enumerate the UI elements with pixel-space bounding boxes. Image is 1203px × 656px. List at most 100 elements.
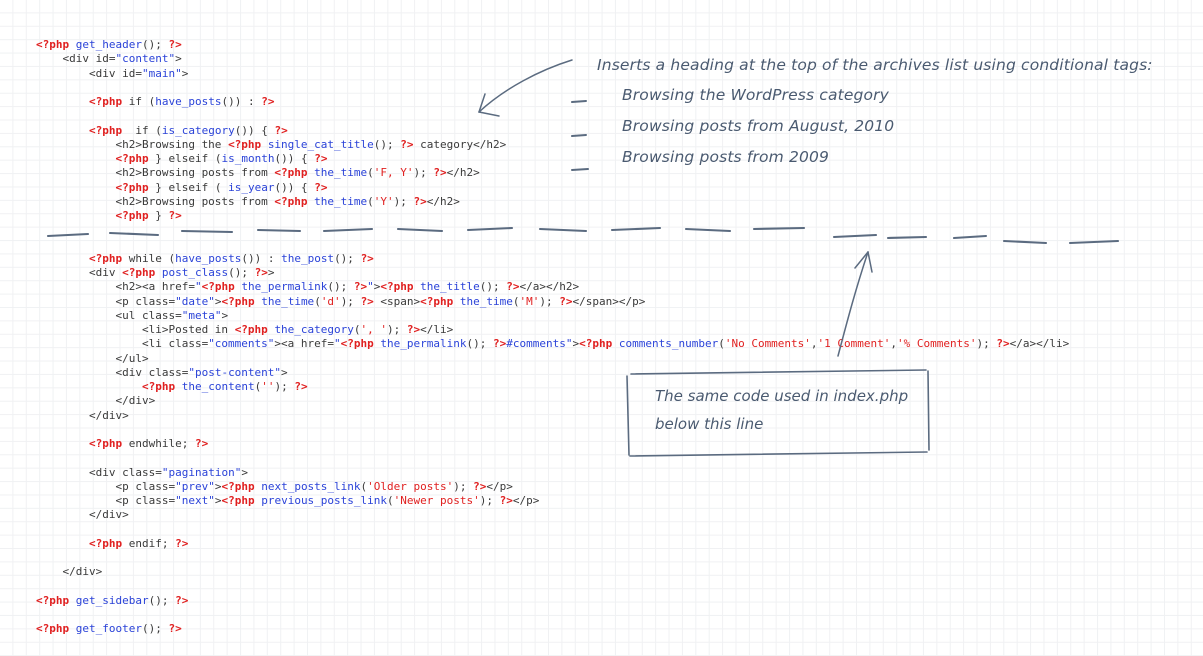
code-line: <h2><a href="<?php the_permalink(); ?>">…: [36, 280, 1069, 294]
code-token-php: <?php: [340, 337, 374, 351]
code-token-php: <?php: [122, 266, 156, 279]
code-line: </div>: [36, 565, 1069, 579]
code-token-php: <?php: [36, 593, 70, 607]
code-token-php: ?>: [194, 437, 209, 450]
code-token-punc: [36, 181, 115, 194]
code-token-punc: }: [148, 209, 169, 222]
code-token-punc: ();: [148, 593, 176, 607]
code-token-punc: ()) {: [274, 180, 315, 194]
code-line: <li>Posted in <?php the_category(', '); …: [36, 323, 1069, 337]
code-token-tag: ><a href=: [274, 337, 335, 351]
code-token-tag: >: [241, 465, 248, 479]
code-token-php: ?>: [433, 166, 447, 180]
code-token-php: <?php: [141, 380, 176, 393]
code-line: <?php } elseif ( is_year()) { ?>: [36, 181, 1069, 195]
code-line: <h2>Browsing posts from <?php the_time('…: [36, 195, 1069, 209]
code-token-tag: <div: [36, 266, 123, 279]
annotation-note1-item-0: Browsing the WordPress category: [622, 86, 890, 104]
code-token-punc: );: [453, 479, 474, 493]
code-token-punc: ();: [334, 251, 361, 265]
code-token-punc: [69, 38, 76, 51]
code-token-php: ?>: [559, 294, 573, 308]
code-token-punc: } elseif (: [148, 180, 229, 194]
code-token-tag: </h2>: [446, 166, 480, 180]
code-token-punc: [69, 594, 76, 607]
code-token-php: ?>: [314, 152, 328, 165]
code-token-punc: while (: [122, 251, 176, 265]
code-token-tag: <p class=: [36, 494, 176, 507]
code-token-punc: [453, 295, 460, 308]
code-token-tag: <h2>Browsing the: [36, 137, 229, 151]
code-token-tag: </a></li>: [1009, 337, 1070, 351]
code-line: <?php the_content(''); ?>: [36, 380, 1069, 394]
code-line: <?php get_sidebar(); ?>: [36, 594, 1069, 608]
code-token-php: ?>: [493, 337, 507, 351]
code-token-tag: <h2>Browsing posts from: [36, 166, 275, 180]
code-token-punc: ();: [141, 38, 169, 51]
code-token-tag: <p class=: [36, 479, 176, 493]
code-token-punc: ()) :: [241, 251, 282, 265]
code-token-tag: </div>: [36, 394, 156, 408]
code-token-punc: [36, 537, 89, 550]
code-token-tag: </div>: [36, 408, 129, 422]
code-token-punc: if (: [122, 95, 156, 108]
code-token-tag: <h2><a href=: [36, 280, 195, 294]
code-token-fn: the_permalink: [380, 337, 467, 351]
code-token-tag: <div id=: [36, 66, 142, 80]
code-token-fn: is_month: [221, 152, 275, 165]
code-token-tag: <ul class=: [36, 308, 182, 322]
code-token-punc: ,: [810, 337, 818, 351]
code-token-php: <?php: [115, 209, 149, 222]
code-token-attrv: "date": [175, 294, 215, 308]
code-token-tag: <p class=: [36, 294, 176, 308]
code-token-php: <?php: [221, 494, 255, 507]
code-token-tag: <div class=: [36, 365, 189, 379]
code-token-tag: >: [267, 266, 275, 279]
code-token-punc: if (: [122, 123, 162, 137]
code-token-punc: (: [353, 323, 361, 336]
code-token-php: ?>: [353, 280, 368, 294]
code-token-punc: ();: [479, 280, 507, 294]
code-token-attrv: #comments": [506, 337, 573, 351]
code-token-php: ?>: [274, 123, 288, 137]
code-token-fn: the_time: [314, 166, 368, 180]
code-line: <?php while (have_posts()) : the_post();…: [36, 252, 1069, 266]
code-token-php: <?php: [579, 337, 613, 351]
code-token-php: <?php: [115, 180, 149, 194]
annotation-note1-title: Inserts a heading at the top of the arch…: [597, 56, 1153, 74]
code-token-punc: (: [314, 294, 321, 308]
code-token-php: ?>: [360, 294, 374, 308]
code-token-str: 'Y': [373, 194, 394, 208]
code-token-fn: get_footer: [75, 622, 142, 636]
code-token-str: 'Older posts': [367, 479, 454, 493]
code-token-php: ?>: [996, 337, 1010, 351]
code-token-attrv: "pagination": [161, 465, 242, 479]
code-token-php: <?php: [228, 137, 262, 151]
code-token-php: <?php: [88, 437, 123, 450]
code-line: </div>: [36, 409, 1069, 423]
code-token-punc: );: [539, 294, 560, 308]
code-token-fn: is_year: [228, 180, 275, 194]
code-token-punc: );: [479, 494, 500, 507]
code-token-fn: have_posts: [155, 95, 222, 108]
code-token-php: ?>: [400, 137, 414, 151]
code-line: <p class="date"><?php the_time('d'); ?> …: [36, 295, 1069, 309]
code-token-punc: );: [976, 337, 997, 351]
code-token-fn: the_content: [181, 380, 255, 393]
code-token-php: ?>: [175, 593, 189, 607]
code-token-php: <?php: [88, 95, 123, 108]
code-token-php: <?php: [221, 479, 255, 493]
code-token-attrv: "post-content": [188, 365, 282, 379]
code-token-php: <?php: [115, 152, 149, 165]
code-token-punc: [36, 437, 89, 450]
code-token-punc: [612, 337, 619, 350]
code-token-attrv: "comments": [208, 337, 275, 351]
code-token-tag: >: [221, 308, 229, 322]
code-token-attrv: "meta": [181, 308, 222, 322]
code-token-php: ?>: [406, 323, 421, 336]
code-token-punc: (: [367, 194, 374, 208]
code-token-php: ?>: [473, 479, 487, 493]
